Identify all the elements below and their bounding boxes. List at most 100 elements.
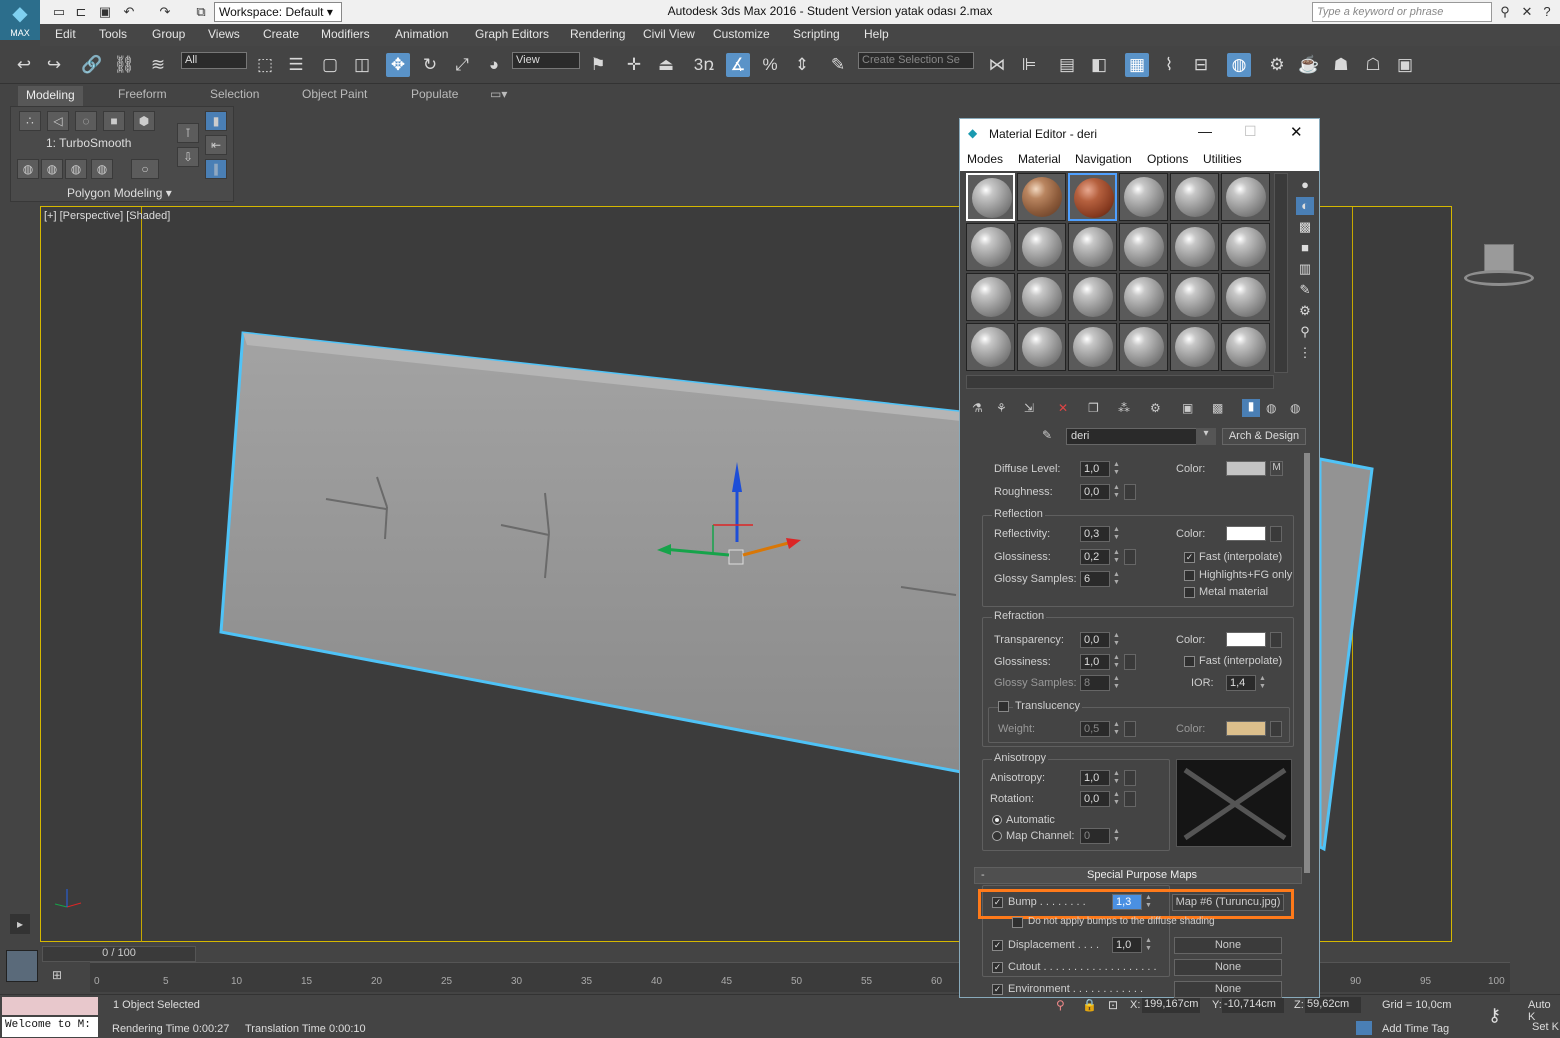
stack-icon-3[interactable]: ◍ (65, 159, 87, 179)
toggle-icon[interactable]: ∥ (205, 159, 227, 179)
time-slider[interactable]: 0 / 100 (42, 946, 196, 962)
uv-tiling-icon[interactable]: ■ (1296, 239, 1314, 257)
video-color-check-icon[interactable]: ▥ (1296, 260, 1314, 278)
sample-slot[interactable] (1170, 223, 1219, 271)
options-icon[interactable]: ⚙ (1296, 302, 1314, 320)
tab-object-paint[interactable]: Object Paint (302, 87, 367, 101)
polygon-icon[interactable]: ■ (103, 111, 125, 131)
keyboard-shortcut-override-icon[interactable]: ⏏ (654, 53, 678, 77)
select-move-icon[interactable]: ✥ (386, 53, 410, 77)
workspace-dropdown[interactable]: Workspace: Default ▾ (214, 2, 342, 22)
maxscript-listener-mini[interactable] (2, 997, 98, 1015)
select-place-icon[interactable]: ◕ (482, 53, 506, 77)
stack-icon-5[interactable]: ○ (131, 159, 159, 179)
redo-icon[interactable]: ↷ (156, 3, 174, 21)
menu-edit[interactable]: Edit (55, 27, 76, 41)
close-search-icon[interactable]: ✕ (1518, 3, 1536, 21)
menu-help[interactable]: Help (864, 27, 889, 41)
rendered-frame-window-icon[interactable]: ☕ (1297, 53, 1321, 77)
edit-named-selection-icon[interactable]: ✎ (826, 53, 850, 77)
element-icon[interactable]: ⬢ (133, 111, 155, 131)
stack-icon-4[interactable]: ◍ (91, 159, 113, 179)
app-menu-button[interactable]: ◆ MAX (0, 0, 40, 40)
refraction-color-swatch[interactable] (1226, 632, 1266, 647)
menu-rendering[interactable]: Rendering (570, 27, 625, 41)
chevron-down-icon[interactable]: ▾ (1196, 428, 1216, 445)
named-selection-dropdown[interactable]: Create Selection Se (858, 52, 974, 69)
slots-hscrollbar[interactable] (966, 375, 1274, 389)
refraction-fast-checkbox[interactable] (1184, 656, 1195, 667)
sample-slot[interactable] (1068, 273, 1117, 321)
material-map-navigator-icon[interactable]: ⋮ (1296, 344, 1314, 362)
menu-utilities[interactable]: Utilities (1203, 152, 1242, 166)
spinner-arrows-icon[interactable]: ▲ ▼ (1112, 675, 1121, 691)
redo-icon[interactable]: ↪ (42, 53, 66, 77)
save-file-icon[interactable]: ▣ (96, 3, 114, 21)
sample-slot[interactable] (1170, 323, 1219, 371)
schematic-view-icon[interactable]: ⊟ (1189, 53, 1213, 77)
stack-icon-2[interactable]: ◍ (41, 159, 63, 179)
material-id-icon[interactable]: ▣ (1182, 401, 1193, 415)
select-by-material-icon[interactable]: ⚲ (1296, 323, 1314, 341)
show-map-icon[interactable]: ▩ (1212, 401, 1223, 415)
scene-explorer-icon[interactable]: ◧ (1087, 53, 1111, 77)
align-icon[interactable]: ⊫ (1017, 53, 1041, 77)
x-coordinate[interactable]: 199,167cm (1142, 997, 1200, 1013)
go-forward-icon[interactable]: ◍ (1290, 401, 1300, 415)
maximize-icon[interactable]: ☐ (1244, 123, 1257, 140)
put-material-icon[interactable]: ⚘ (996, 401, 1007, 415)
link-icon[interactable]: 🔗 (80, 53, 104, 77)
menu-navigation[interactable]: Navigation (1075, 152, 1132, 166)
key-icon[interactable]: ⚷ (1488, 1005, 1501, 1026)
render-setup-icon[interactable]: ⚙ (1265, 53, 1289, 77)
menu-animation[interactable]: Animation (395, 27, 448, 41)
environment-checkbox[interactable]: ✓ (992, 984, 1003, 995)
render-iterative-icon[interactable]: ☖ (1361, 53, 1385, 77)
layer-manager-icon[interactable]: ▤ (1055, 53, 1079, 77)
material-editor-icon[interactable]: ◍ (1227, 53, 1251, 77)
angle-snap-icon[interactable]: ∡ (726, 53, 750, 77)
menu-tools[interactable]: Tools (99, 27, 127, 41)
sample-slot[interactable] (1221, 223, 1270, 271)
vertex-icon[interactable]: ∴ (19, 111, 41, 131)
displacement-spinner[interactable]: 1,0 (1112, 937, 1142, 953)
snaps-toggle-icon[interactable]: 3ռ (692, 53, 716, 77)
make-unique-icon[interactable]: ⁂ (1118, 401, 1130, 415)
diffuse-level-spinner[interactable]: 1,0 (1080, 461, 1110, 477)
select-scale-icon[interactable]: ⤢ (450, 53, 474, 77)
reset-map-icon[interactable]: ✕ (1058, 401, 1068, 415)
weight-map-button[interactable] (1124, 721, 1136, 737)
menu-options[interactable]: Options (1147, 152, 1188, 166)
rotation-spinner[interactable]: 0,0 (1080, 791, 1110, 807)
spinner-arrows-icon[interactable]: ▲ ▼ (1112, 770, 1121, 786)
spinner-arrows-icon[interactable]: ▲ ▼ (1112, 791, 1121, 807)
translucency-checkbox[interactable] (998, 701, 1009, 712)
sample-slot[interactable] (966, 173, 1015, 221)
z-coordinate[interactable]: 59,62cm (1305, 997, 1361, 1013)
metal-material-checkbox[interactable] (1184, 587, 1195, 598)
sample-slot[interactable] (966, 273, 1015, 321)
refraction-glossiness-spinner[interactable]: 1,0 (1080, 654, 1110, 670)
map-channel-radio[interactable] (992, 831, 1002, 841)
show-end-result-icon[interactable]: ⇩ (177, 147, 199, 167)
cutout-checkbox[interactable]: ✓ (992, 962, 1003, 973)
spinner-arrows-icon[interactable]: ▲ ▼ (1112, 721, 1121, 737)
environment-map-button[interactable]: None (1174, 981, 1282, 998)
spinner-arrows-icon[interactable]: ▲ ▼ (1144, 937, 1153, 953)
tab-freeform[interactable]: Freeform (118, 87, 167, 101)
sample-slot[interactable] (1017, 273, 1066, 321)
cutout-map-button[interactable]: None (1174, 959, 1282, 976)
spinner-arrows-icon[interactable]: ▲ ▼ (1144, 894, 1153, 910)
backlight-icon[interactable]: ◐ (1296, 197, 1314, 215)
refraction-samples-spinner[interactable]: 8 (1080, 675, 1110, 691)
material-name-input[interactable]: deri (1066, 428, 1216, 445)
sample-slot[interactable] (1119, 273, 1168, 321)
spinner-arrows-icon[interactable]: ▲ ▼ (1112, 632, 1121, 648)
spinner-arrows-icon[interactable]: ▲ ▼ (1258, 675, 1267, 691)
sample-slot[interactable] (1068, 223, 1117, 271)
viewport-label[interactable]: [+] [Perspective] [Shaded] (44, 210, 170, 222)
diffuse-color-swatch[interactable] (1226, 461, 1266, 476)
binoculars-icon[interactable]: ⚲ (1496, 3, 1514, 21)
roughness-map-button[interactable] (1124, 484, 1136, 500)
polygon-modeling-dropdown[interactable]: Polygon Modeling ▾ (67, 186, 172, 200)
